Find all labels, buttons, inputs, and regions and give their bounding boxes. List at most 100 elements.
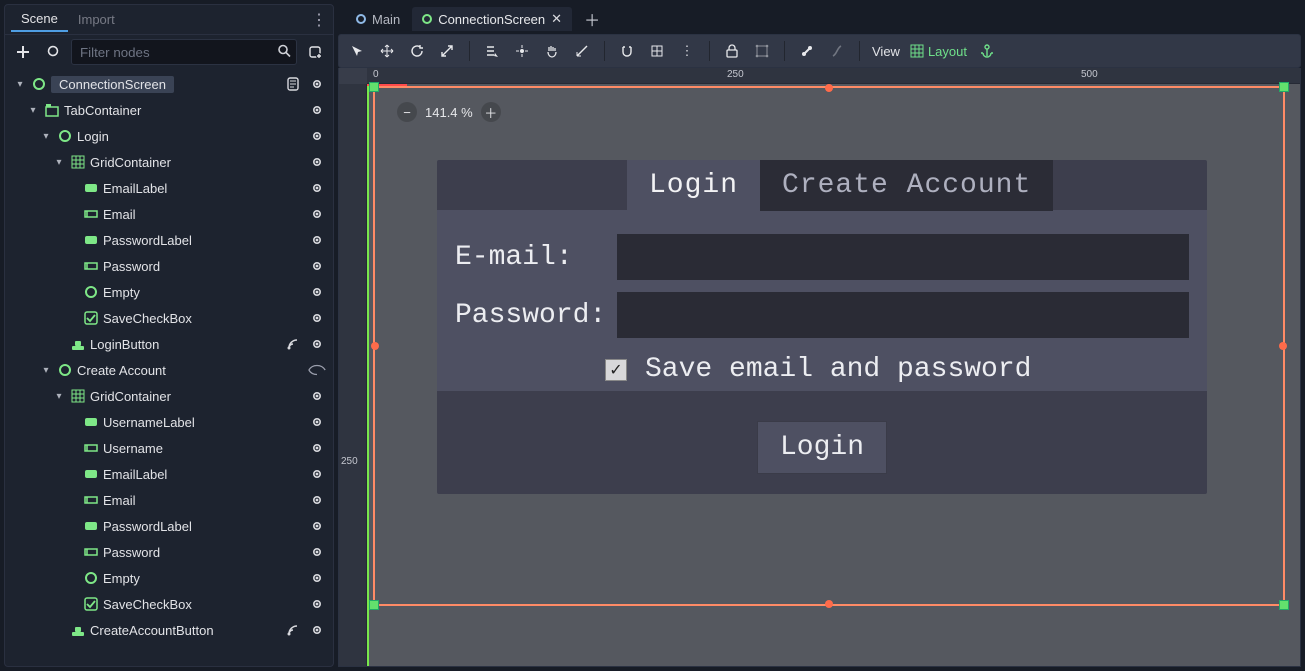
zoom-in-icon[interactable]: ＋ <box>481 102 501 122</box>
scale-mode-icon[interactable] <box>437 41 457 61</box>
anchor-marker[interactable] <box>369 600 379 610</box>
script-icon[interactable] <box>283 74 303 94</box>
tree-node[interactable]: ▾GridContainer <box>5 149 333 175</box>
skeleton-options-icon[interactable] <box>827 41 847 61</box>
bone-icon[interactable] <box>797 41 817 61</box>
tree-node[interactable]: LoginButton <box>5 331 333 357</box>
tree-expander-icon[interactable]: ▾ <box>13 79 27 90</box>
tree-expander-icon[interactable]: ▾ <box>39 365 53 376</box>
search-input[interactable] <box>71 39 297 65</box>
visibility-icon[interactable] <box>307 178 327 198</box>
tab-import[interactable]: Import <box>68 8 125 31</box>
zoom-out-icon[interactable]: − <box>397 102 417 122</box>
visibility-icon[interactable] <box>307 74 327 94</box>
tree-node[interactable]: CreateAccountButton <box>5 617 333 643</box>
signal-icon[interactable] <box>283 334 303 354</box>
snap-options-icon[interactable]: ⋮ <box>677 41 697 61</box>
scene-tab-connectionscreen[interactable]: ConnectionScreen ✕ <box>412 7 572 31</box>
visibility-icon[interactable] <box>307 620 327 640</box>
canvas-area[interactable]: − 141.4 % ＋ <box>367 84 1300 666</box>
visibility-icon[interactable] <box>307 152 327 172</box>
visibility-icon[interactable] <box>307 204 327 224</box>
visibility-hidden-icon[interactable] <box>307 360 327 380</box>
visibility-icon[interactable] <box>307 282 327 302</box>
anchor-marker[interactable] <box>369 82 379 92</box>
tree-node[interactable]: Email <box>5 201 333 227</box>
tree-expander-icon[interactable]: ▾ <box>52 391 66 402</box>
anchor-icon[interactable] <box>977 41 997 61</box>
visibility-icon[interactable] <box>307 438 327 458</box>
tree-node[interactable]: EmailLabel <box>5 175 333 201</box>
visibility-icon[interactable] <box>307 334 327 354</box>
tree-node[interactable]: PasswordLabel <box>5 227 333 253</box>
tree-node[interactable]: UsernameLabel <box>5 409 333 435</box>
tree-expander-icon[interactable]: ▾ <box>52 157 66 168</box>
tree-node[interactable]: ▾GridContainer <box>5 383 333 409</box>
tree-node[interactable]: EmailLabel <box>5 461 333 487</box>
visibility-icon[interactable] <box>307 412 327 432</box>
visibility-icon[interactable] <box>307 542 327 562</box>
tree-expander-icon[interactable]: ▾ <box>26 105 40 116</box>
ruler-mode-icon[interactable] <box>572 41 592 61</box>
close-icon[interactable]: ✕ <box>551 11 562 27</box>
tree-node[interactable]: Email <box>5 487 333 513</box>
visibility-icon[interactable] <box>307 100 327 120</box>
tree-node[interactable]: ▾Create Account <box>5 357 333 383</box>
scene-tab-main[interactable]: Main <box>346 8 410 31</box>
snap-toggle-icon[interactable] <box>617 41 637 61</box>
signal-icon[interactable] <box>283 620 303 640</box>
resize-handle[interactable] <box>1279 342 1287 350</box>
group-icon[interactable] <box>752 41 772 61</box>
tree-node[interactable]: PasswordLabel <box>5 513 333 539</box>
lock-icon[interactable] <box>722 41 742 61</box>
password-field[interactable] <box>617 292 1189 338</box>
dock-options-icon[interactable]: ⋮ <box>311 10 327 30</box>
tree-node[interactable]: Password <box>5 539 333 565</box>
visibility-icon[interactable] <box>307 516 327 536</box>
visibility-icon[interactable] <box>307 464 327 484</box>
visibility-icon[interactable] <box>307 594 327 614</box>
pivot-icon[interactable] <box>512 41 532 61</box>
attach-script-icon[interactable] <box>303 40 327 64</box>
resize-handle[interactable] <box>825 600 833 608</box>
move-mode-icon[interactable] <box>377 41 397 61</box>
select-mode-icon[interactable] <box>347 41 367 61</box>
rotate-mode-icon[interactable] <box>407 41 427 61</box>
visibility-icon[interactable] <box>307 256 327 276</box>
tree-node[interactable]: ▾ConnectionScreen <box>5 71 333 97</box>
grid-snap-icon[interactable] <box>647 41 667 61</box>
instance-scene-icon[interactable] <box>41 40 65 64</box>
tree-node[interactable]: SaveCheckBox <box>5 591 333 617</box>
pan-mode-icon[interactable] <box>542 41 562 61</box>
visibility-icon[interactable] <box>307 490 327 510</box>
view-menu[interactable]: View <box>872 44 900 59</box>
add-node-icon[interactable] <box>11 40 35 64</box>
tree-node[interactable]: ▾Login <box>5 123 333 149</box>
save-checkbox[interactable]: ✓ <box>605 359 627 381</box>
anchor-marker[interactable] <box>1279 600 1289 610</box>
list-select-icon[interactable] <box>482 41 502 61</box>
tab-scene[interactable]: Scene <box>11 7 68 32</box>
resize-handle[interactable] <box>371 342 379 350</box>
anchor-marker[interactable] <box>1279 82 1289 92</box>
visibility-icon[interactable] <box>307 308 327 328</box>
email-field[interactable] <box>617 234 1189 280</box>
zoom-label[interactable]: 141.4 % <box>425 105 473 120</box>
tree-node[interactable]: SaveCheckBox <box>5 305 333 331</box>
visibility-icon[interactable] <box>307 568 327 588</box>
layout-menu[interactable]: Layout <box>910 44 967 59</box>
visibility-icon[interactable] <box>307 230 327 250</box>
tree-node[interactable]: Empty <box>5 279 333 305</box>
add-scene-icon[interactable]: ＋ <box>574 3 610 35</box>
resize-handle[interactable] <box>825 84 833 92</box>
visibility-icon[interactable] <box>307 386 327 406</box>
tree-node[interactable]: Password <box>5 253 333 279</box>
game-tab-login[interactable]: Login <box>627 160 760 211</box>
search-icon[interactable] <box>277 44 291 61</box>
viewport[interactable]: 0 250 500 250 − 141.4 % ＋ <box>338 68 1301 667</box>
game-tab-create-account[interactable]: Create Account <box>760 160 1053 211</box>
tree-node[interactable]: Username <box>5 435 333 461</box>
tree-expander-icon[interactable]: ▾ <box>39 131 53 142</box>
login-button[interactable]: Login <box>757 421 887 474</box>
tree-node[interactable]: Empty <box>5 565 333 591</box>
